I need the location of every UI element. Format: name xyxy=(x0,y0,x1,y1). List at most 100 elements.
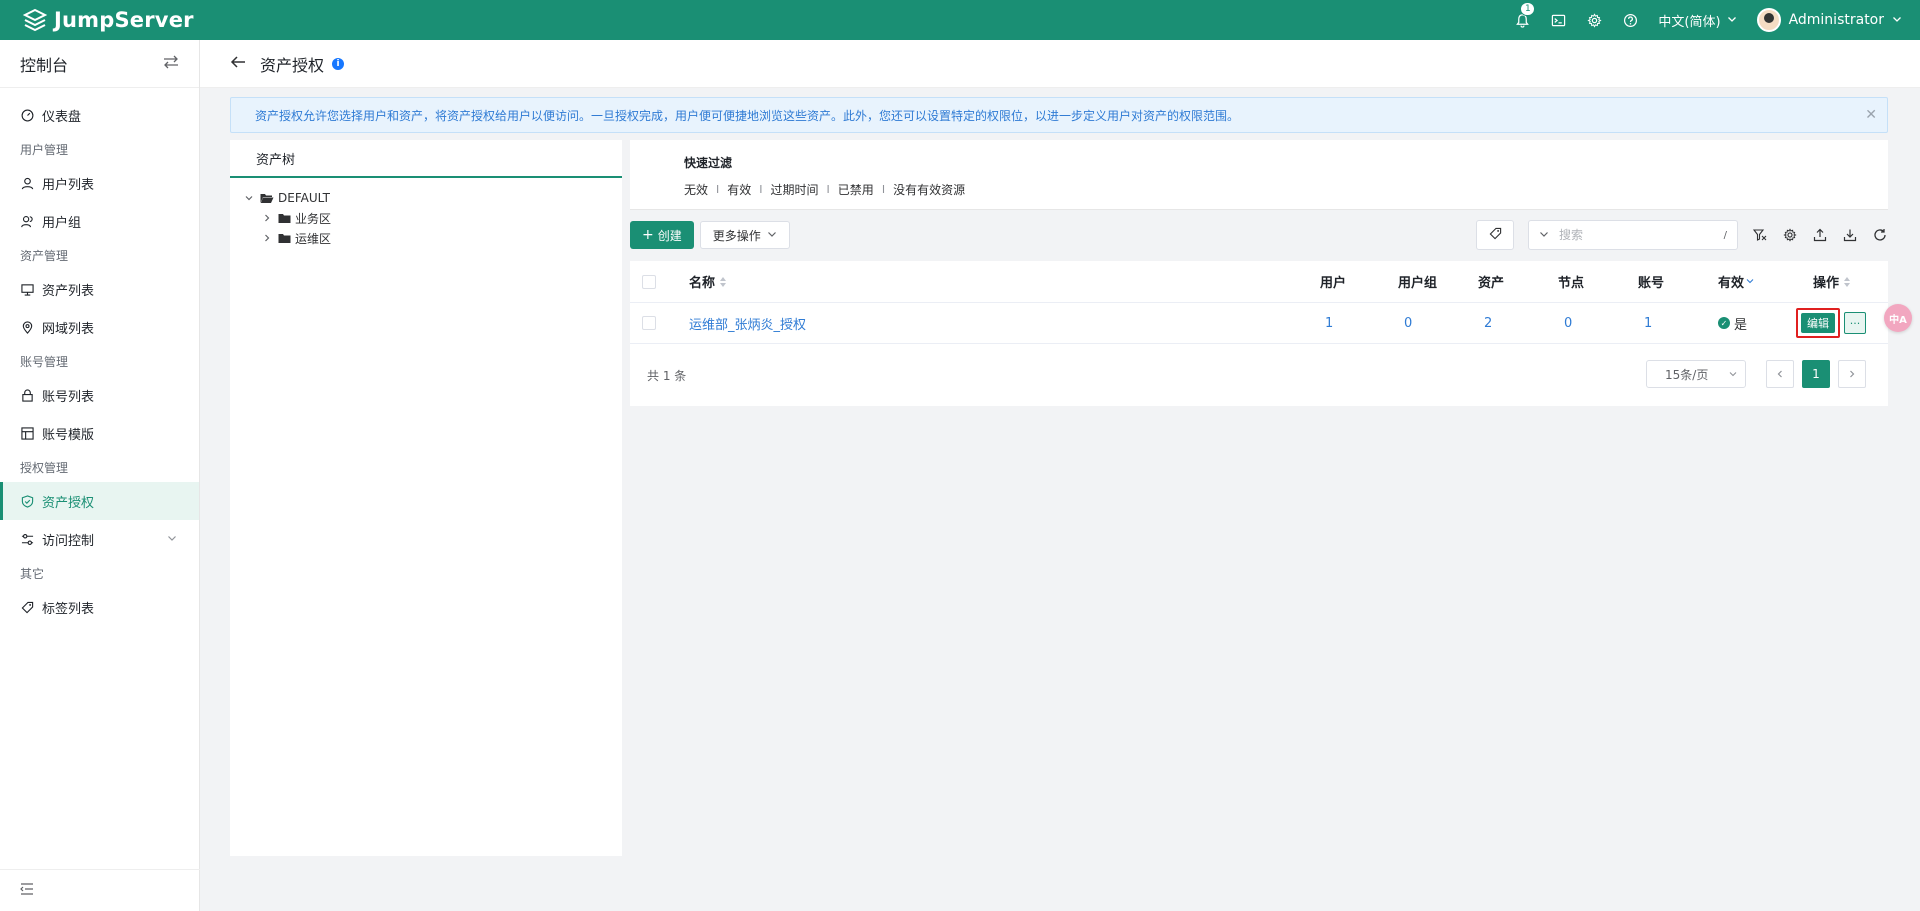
asset-tree-panel: 资产树 DEFAULT 业务区 运维区 xyxy=(230,140,622,856)
refresh-icon[interactable] xyxy=(1872,227,1888,243)
tree-node-label: 业务区 xyxy=(295,211,332,226)
filter-separator: I xyxy=(716,183,720,196)
table-toolbar: + 创建 更多操作 / xyxy=(630,218,1888,252)
close-icon[interactable]: ✕ xyxy=(1865,107,1877,123)
filter-option-expired[interactable]: 过期时间 xyxy=(771,181,819,198)
sidebar-footer xyxy=(0,869,200,911)
sidebar-item-asset-list[interactable]: 资产列表 xyxy=(0,270,199,308)
tree-node-business-zone[interactable]: 业务区 xyxy=(230,208,622,228)
user-groups-count-link[interactable]: 0 xyxy=(1404,316,1412,331)
column-header-label: 有效 xyxy=(1718,276,1745,291)
sidebar-item-account-list[interactable]: 账号列表 xyxy=(0,376,199,414)
column-header-nodes: 节点 xyxy=(1558,276,1585,291)
translate-button[interactable]: 中A xyxy=(1884,304,1912,332)
more-actions-button[interactable]: 更多操作 xyxy=(699,221,790,249)
chevron-down-icon[interactable] xyxy=(1539,228,1549,243)
collapse-menu-icon[interactable] xyxy=(20,882,34,899)
column-header-actions[interactable]: 操作 xyxy=(1813,272,1851,291)
upload-icon[interactable] xyxy=(1812,227,1828,243)
clear-filter-icon[interactable] xyxy=(1752,227,1768,243)
filter-option-no-valid-resource[interactable]: 没有有效资源 xyxy=(893,181,965,198)
page-size-select[interactable]: 15条/页 xyxy=(1646,360,1746,388)
users-count-link[interactable]: 1 xyxy=(1325,316,1333,331)
sidebar-item-domain-list[interactable]: 网域列表 xyxy=(0,308,199,346)
logo[interactable]: JumpServer xyxy=(22,7,194,33)
chevron-right-icon[interactable] xyxy=(260,234,274,242)
info-icon[interactable]: i xyxy=(332,57,345,70)
accounts-count-link[interactable]: 1 xyxy=(1644,316,1652,331)
sidebar-item-access-control[interactable]: 访问控制 xyxy=(0,520,199,558)
permission-table: 名称 用户 用户组 资产 节点 账号 有效 操作 运维部_张炳炎_授权 1 0 … xyxy=(630,261,1888,406)
shield-icon xyxy=(20,494,34,508)
edit-button[interactable]: 编辑 xyxy=(1801,313,1835,333)
sidebar-item-user-list[interactable]: 用户列表 xyxy=(0,164,199,202)
language-selector[interactable]: 中文(简体) xyxy=(1658,11,1736,30)
app-name: JumpServer xyxy=(54,8,194,32)
column-header-label: 操作 xyxy=(1813,276,1840,291)
search-input[interactable] xyxy=(1559,228,1714,242)
chevron-down-icon xyxy=(1892,12,1902,28)
valid-status-label: 是 xyxy=(1734,317,1748,333)
user-name: Administrator xyxy=(1788,12,1884,28)
permission-name-link[interactable]: 运维部_张炳炎_授权 xyxy=(689,314,806,333)
select-all-checkbox[interactable] xyxy=(642,274,656,289)
sidebar: 控制台 仪表盘 用户管理 用户列表 用户组 资产管理 资产列表 网域列表 账号管… xyxy=(0,40,200,911)
settings-gear-icon[interactable] xyxy=(1586,12,1602,28)
row-checkbox[interactable] xyxy=(642,316,656,330)
create-button[interactable]: + 创建 xyxy=(630,221,694,249)
sort-icon[interactable] xyxy=(720,276,727,287)
column-header-accounts: 账号 xyxy=(1638,276,1665,291)
lock-icon xyxy=(20,388,34,402)
filter-option-disabled[interactable]: 已禁用 xyxy=(838,181,874,198)
sidebar-item-label: 资产授权 xyxy=(42,495,95,511)
total-count: 共 1 条 xyxy=(647,368,687,383)
sidebar-item-asset-permission[interactable]: 资产授权 xyxy=(0,482,199,520)
chevron-down-icon xyxy=(1729,367,1737,381)
sort-icon[interactable] xyxy=(1844,276,1851,287)
settings-gear-icon[interactable] xyxy=(1782,227,1798,243)
search-box[interactable]: / xyxy=(1528,220,1738,250)
table-row: 运维部_张炳炎_授权 1 0 2 0 1 ✓ 是 编辑 ··· xyxy=(630,303,1888,344)
more-actions-row-button[interactable]: ··· xyxy=(1844,312,1866,334)
tree-node-default[interactable]: DEFAULT xyxy=(230,188,622,208)
sidebar-item-dashboard[interactable]: 仪表盘 xyxy=(0,96,199,134)
sidebar-item-account-template[interactable]: 账号模版 xyxy=(0,414,199,452)
page-number-button[interactable]: 1 xyxy=(1802,360,1830,388)
valid-status: ✓ 是 xyxy=(1718,314,1747,333)
chevron-down-icon[interactable] xyxy=(242,194,256,202)
sidebar-item-user-group[interactable]: 用户组 xyxy=(0,202,199,240)
quick-filter-panel: 快速过滤 无效 I 有效 I 过期时间 I 已禁用 I 没有有效资源 xyxy=(630,140,1888,210)
filter-chevron-icon[interactable] xyxy=(1746,274,1754,289)
terminal-icon[interactable] xyxy=(1550,12,1566,28)
help-question-icon[interactable] xyxy=(1622,12,1638,28)
sidebar-item-tag-list[interactable]: 标签列表 xyxy=(0,588,199,626)
chevron-right-icon[interactable] xyxy=(260,214,274,222)
tag-icon xyxy=(1489,227,1502,244)
quick-filter-title: 快速过滤 xyxy=(684,156,733,170)
tree-node-ops-zone[interactable]: 运维区 xyxy=(230,228,622,248)
filter-option-invalid[interactable]: 无效 xyxy=(684,181,708,198)
switch-view-icon[interactable] xyxy=(163,55,179,73)
column-header-valid[interactable]: 有效 xyxy=(1718,272,1754,291)
notification-bell-icon[interactable]: 1 xyxy=(1514,2,1536,28)
filter-option-valid[interactable]: 有效 xyxy=(727,181,751,198)
pagination: 15条/页 1 xyxy=(1646,360,1866,388)
download-icon[interactable] xyxy=(1842,227,1858,243)
column-header-name[interactable]: 名称 xyxy=(689,272,727,291)
column-header-assets: 资产 xyxy=(1478,276,1505,291)
back-arrow-icon[interactable] xyxy=(230,55,246,73)
assets-count-link[interactable]: 2 xyxy=(1484,316,1492,331)
next-page-button[interactable] xyxy=(1838,360,1866,388)
user-menu[interactable]: Administrator xyxy=(1756,8,1902,32)
monitor-icon xyxy=(20,282,34,296)
nodes-count-link[interactable]: 0 xyxy=(1564,316,1572,331)
prev-page-button[interactable] xyxy=(1766,360,1794,388)
access-control-icon xyxy=(20,532,34,546)
column-header-users: 用户 xyxy=(1320,276,1347,291)
tab-asset-tree[interactable]: 资产树 xyxy=(230,140,622,178)
sidebar-group-user-management: 用户管理 xyxy=(20,142,69,157)
table-footer: 共 1 条 15条/页 1 xyxy=(630,344,1888,406)
tag-filter-button[interactable] xyxy=(1476,220,1514,250)
notification-badge: 1 xyxy=(1520,2,1536,16)
dashboard-icon xyxy=(20,108,34,122)
